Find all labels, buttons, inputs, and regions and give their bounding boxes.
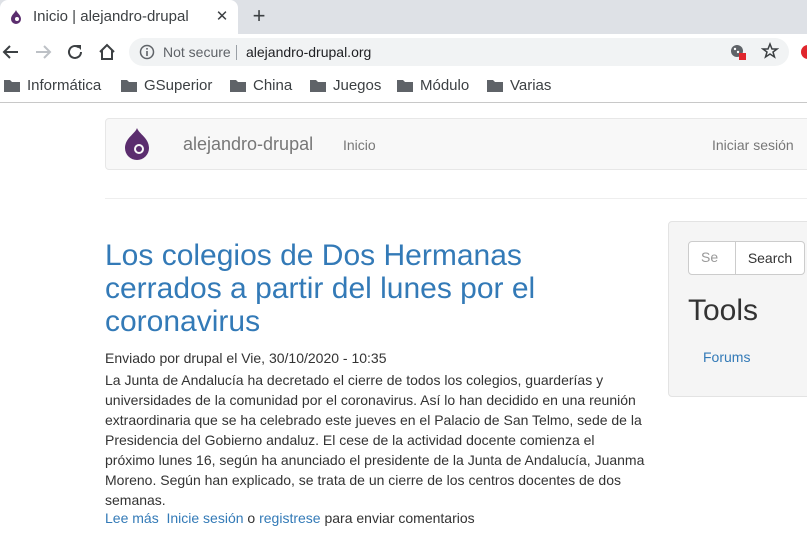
forward-arrow-icon[interactable]: [32, 41, 54, 63]
chrome-divider: [0, 102, 807, 103]
bookmark-label: Módulo: [420, 76, 470, 94]
blocked-cookies-icon[interactable]: [729, 43, 747, 61]
bookmark-star-icon[interactable]: [761, 42, 779, 60]
bookmark-label: Juegos: [333, 76, 382, 94]
nav-link-login[interactable]: Iniciar sesión: [712, 137, 794, 153]
omnibox-separator: [236, 45, 237, 60]
search-button[interactable]: Search: [735, 241, 805, 275]
article-body: La Junta de Andalucía ha decretado el ci…: [105, 372, 645, 508]
browser-tab[interactable]: Inicio | alejandro-drupal ✕: [0, 0, 238, 34]
article-title[interactable]: Los colegios de Dos Hermanas cerrados a …: [105, 239, 645, 338]
site-name-link[interactable]: alejandro-drupal: [183, 134, 313, 155]
tab-close-icon[interactable]: ✕: [214, 7, 230, 25]
bookmark-folder[interactable]: Juegos: [310, 75, 381, 95]
bookmark-folder[interactable]: China: [230, 75, 292, 95]
read-more-link[interactable]: Lee más: [105, 510, 159, 526]
bookmark-label: GSuperior: [144, 76, 213, 94]
reload-icon[interactable]: [64, 41, 86, 63]
bookmark-folder[interactable]: Informática: [4, 75, 101, 95]
back-arrow-icon[interactable]: [0, 41, 22, 63]
or-text: o: [243, 510, 260, 526]
bookmark-folder[interactable]: Varias: [487, 75, 551, 95]
folder-icon: [230, 80, 246, 92]
folder-icon: [4, 80, 20, 92]
new-tab-button[interactable]: +: [249, 3, 269, 29]
url-text[interactable]: alejandro-drupal.org: [246, 44, 371, 60]
comment-suffix-text: para enviar comentarios: [320, 510, 475, 526]
drupal-favicon-icon: [11, 10, 21, 24]
header-divider: [105, 198, 807, 199]
bookmark-label: Varias: [510, 76, 552, 94]
site-navbar: alejandro-drupal Inicio Iniciar sesión: [105, 118, 807, 170]
browser-toolbar: Not secure alejandro-drupal.org: [0, 34, 807, 70]
article-links: Lee más Inicie sesión o registrese para …: [105, 510, 475, 526]
folder-icon: [121, 80, 137, 92]
login-link[interactable]: Inicie sesión: [166, 510, 243, 526]
nav-link-home[interactable]: Inicio: [343, 137, 376, 153]
drupal-logo-icon[interactable]: [122, 127, 152, 161]
home-icon[interactable]: [96, 41, 118, 63]
bookmark-folder[interactable]: GSuperior: [121, 75, 212, 95]
folder-icon: [487, 80, 503, 92]
sidebar: Se Search Tools Forums: [668, 221, 807, 397]
article-meta: Enviado por drupal el Vie, 30/10/2020 - …: [105, 350, 387, 366]
info-icon[interactable]: [139, 44, 155, 60]
tab-strip: Inicio | alejandro-drupal ✕ +: [0, 0, 807, 34]
search-input[interactable]: Se: [688, 241, 736, 275]
tools-heading: Tools: [688, 294, 759, 327]
extension-icon[interactable]: [801, 45, 807, 59]
forums-link[interactable]: Forums: [703, 349, 750, 365]
address-bar[interactable]: Not secure alejandro-drupal.org: [129, 38, 789, 66]
tab-title: Inicio | alejandro-drupal: [33, 8, 189, 25]
bookmark-label: Informática: [27, 76, 102, 94]
folder-icon: [397, 80, 413, 92]
bookmark-folder[interactable]: Módulo: [397, 75, 469, 95]
bookmark-label: China: [253, 76, 293, 94]
security-label: Not secure: [163, 44, 231, 60]
bookmarks-bar: Informática GSuperior China Juegos Módul…: [0, 70, 807, 100]
register-link[interactable]: registrese: [259, 510, 320, 526]
folder-icon: [310, 80, 326, 92]
